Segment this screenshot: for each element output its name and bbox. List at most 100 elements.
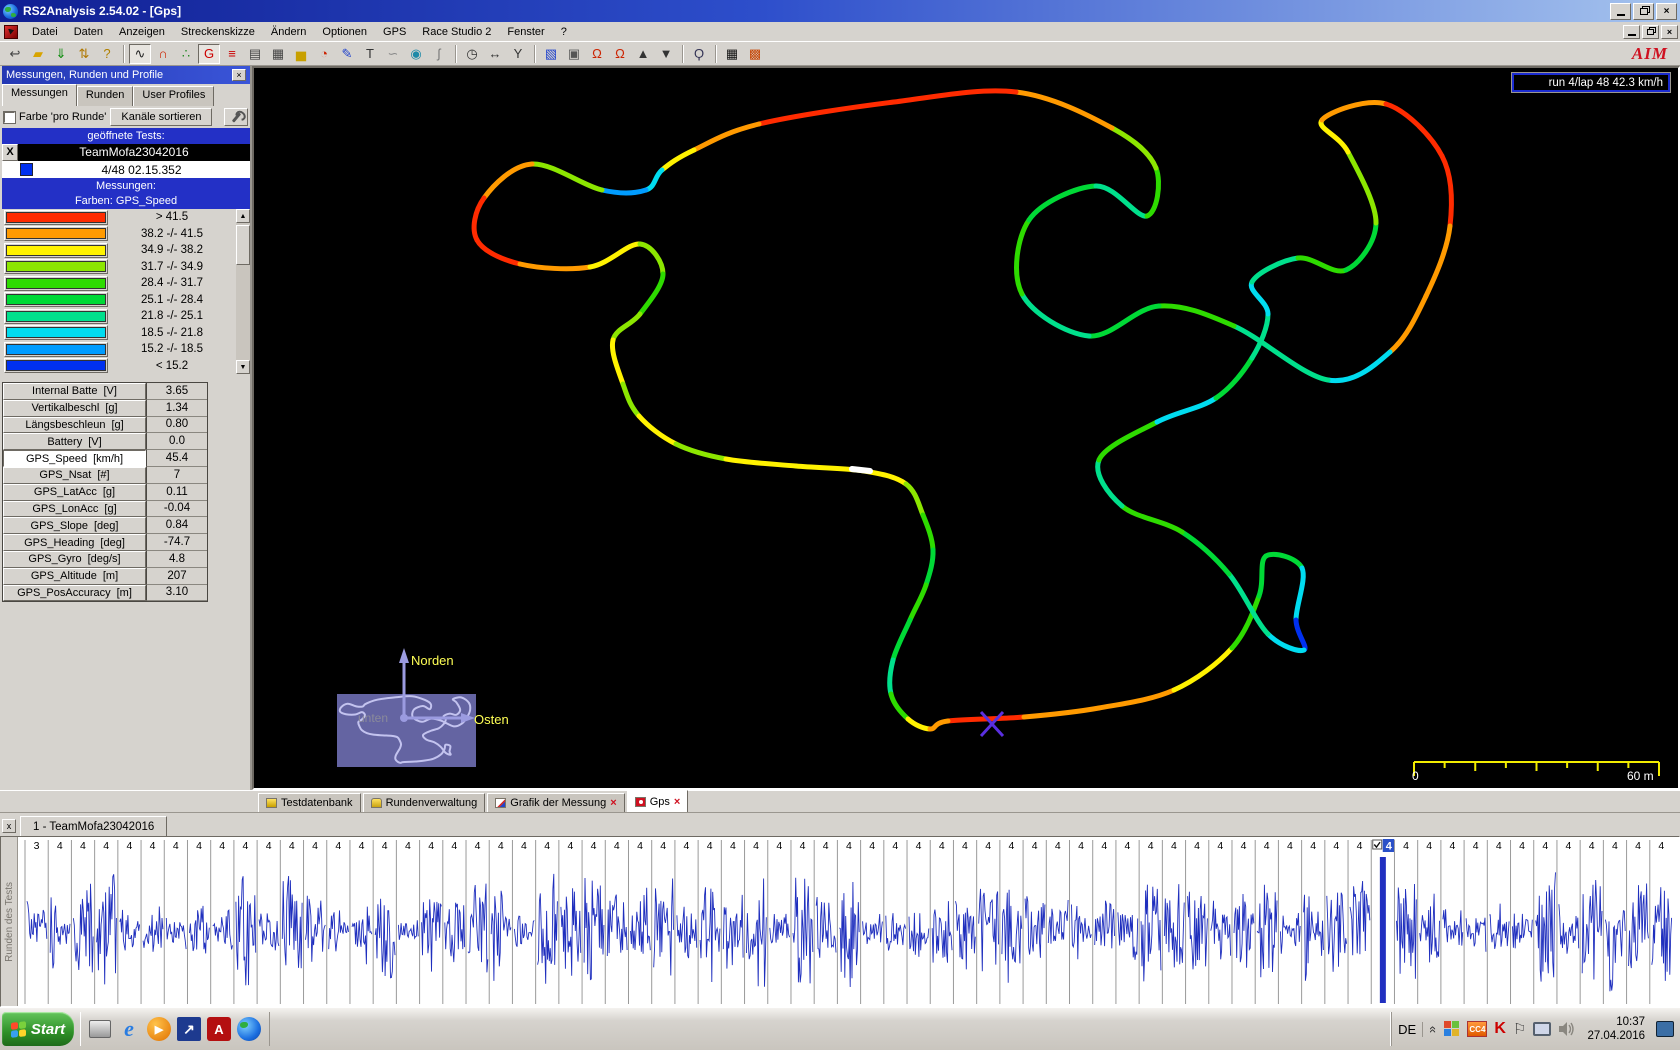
panel-tab-user-profiles[interactable]: User Profiles bbox=[133, 86, 214, 106]
lap-number[interactable]: 4 bbox=[312, 840, 318, 852]
track-tool-icon[interactable]: ʃ bbox=[428, 44, 450, 64]
legend-swatch[interactable] bbox=[4, 259, 108, 274]
menu-item-fenster[interactable]: Fenster bbox=[499, 24, 552, 40]
gps-map-view[interactable]: untenNordenOsten060 m run 4/lap 48 42.3 … bbox=[252, 66, 1680, 790]
lap-number[interactable]: 4 bbox=[1403, 840, 1409, 852]
menu-item-optionen[interactable]: Optionen bbox=[314, 24, 375, 40]
lap-number[interactable]: 4 bbox=[1386, 841, 1393, 853]
test-close-button[interactable]: X bbox=[2, 144, 18, 161]
lap-number[interactable]: 4 bbox=[405, 840, 411, 852]
scroll-thumb[interactable] bbox=[236, 225, 250, 265]
view-tab-grafik-der-messung[interactable]: Grafik der Messung× bbox=[487, 793, 624, 812]
axis-scale-icon[interactable]: Y bbox=[507, 44, 529, 64]
lap-number[interactable]: 4 bbox=[753, 840, 759, 852]
legend-swatch[interactable] bbox=[4, 325, 108, 340]
controller-icon[interactable]: ◉ bbox=[405, 44, 427, 64]
gauge-icon[interactable]: ◔ bbox=[313, 44, 335, 64]
lap-number[interactable]: 4 bbox=[1194, 840, 1200, 852]
lap-number[interactable]: 4 bbox=[823, 840, 829, 852]
lap-number[interactable]: 4 bbox=[1333, 840, 1339, 852]
channel-button[interactable]: Internal Batte[V] bbox=[3, 383, 146, 400]
lap-number[interactable]: 4 bbox=[266, 840, 272, 852]
lap-panel-tab[interactable]: 1 - TeamMofa23042016 bbox=[20, 816, 167, 836]
lap-number[interactable]: 4 bbox=[962, 840, 968, 852]
lap-number[interactable]: 4 bbox=[335, 840, 341, 852]
lap-number[interactable]: 4 bbox=[80, 840, 86, 852]
view-tab-testdatenbank[interactable]: Testdatenbank bbox=[258, 793, 361, 812]
lap-next-icon[interactable]: ▼ bbox=[655, 44, 677, 64]
gps-window-icon[interactable] bbox=[4, 25, 18, 39]
scroll-up-icon[interactable]: ▲ bbox=[236, 209, 250, 223]
grid-icon[interactable]: ▦ bbox=[721, 44, 743, 64]
close-button[interactable]: × bbox=[1656, 3, 1677, 20]
lap-number[interactable]: 4 bbox=[428, 840, 434, 852]
lap-number[interactable]: 3 bbox=[34, 840, 40, 852]
legend-swatch[interactable] bbox=[4, 276, 108, 291]
lap-number[interactable]: 4 bbox=[1078, 840, 1084, 852]
windows-update-icon[interactable] bbox=[1444, 1021, 1460, 1037]
language-indicator[interactable]: DE bbox=[1398, 1022, 1423, 1037]
lap-number[interactable]: 4 bbox=[173, 840, 179, 852]
lap-number[interactable]: 4 bbox=[939, 840, 945, 852]
table-report-icon[interactable]: ▦ bbox=[267, 44, 289, 64]
lap-number[interactable]: 4 bbox=[196, 840, 202, 852]
channel-bars-icon[interactable]: ≡ bbox=[221, 44, 243, 64]
channel-button[interactable]: GPS_LatAcc[g] bbox=[3, 484, 146, 501]
media-player-icon[interactable]: ▶ bbox=[147, 1017, 171, 1041]
menu-item--[interactable]: ? bbox=[553, 24, 575, 40]
lap-number[interactable]: 4 bbox=[1635, 840, 1641, 852]
panel-close-icon[interactable]: × bbox=[232, 69, 246, 81]
pencil-icon[interactable]: ✎ bbox=[336, 44, 358, 64]
channel-button[interactable]: Vertikalbeschl[g] bbox=[3, 400, 146, 417]
lap-number[interactable]: 4 bbox=[1171, 840, 1177, 852]
settings-wrench-icon[interactable] bbox=[224, 108, 248, 126]
lap-prev-icon[interactable]: ▲ bbox=[632, 44, 654, 64]
lap-number[interactable]: 4 bbox=[498, 840, 504, 852]
lap-number[interactable]: 4 bbox=[1449, 840, 1455, 852]
legend-swatch[interactable] bbox=[4, 309, 108, 324]
lap-number[interactable]: 4 bbox=[591, 840, 597, 852]
channel-button[interactable]: GPS_PosAccuracy[m] bbox=[3, 585, 146, 602]
lap-number[interactable]: 4 bbox=[243, 840, 249, 852]
lap-number[interactable]: 4 bbox=[1658, 840, 1664, 852]
lap-number[interactable]: 4 bbox=[985, 840, 991, 852]
lap-number[interactable]: 4 bbox=[1542, 840, 1548, 852]
magnet-remove-icon[interactable]: Ω bbox=[609, 44, 631, 64]
help-hf-icon[interactable]: ? bbox=[96, 44, 118, 64]
tray-clock[interactable]: 10:37 27.04.2016 bbox=[1583, 1015, 1649, 1044]
mdi-minimize-button[interactable] bbox=[1623, 25, 1640, 39]
panel-tab-messungen[interactable]: Messungen bbox=[2, 84, 77, 106]
lap-number[interactable]: 4 bbox=[730, 840, 736, 852]
lap-number[interactable]: 4 bbox=[1426, 840, 1432, 852]
legend-scrollbar[interactable]: ▲ ▼ bbox=[236, 209, 250, 374]
lap-number[interactable]: 4 bbox=[103, 840, 109, 852]
lap-number[interactable]: 4 bbox=[126, 840, 132, 852]
cube-3d-icon[interactable]: ▧ bbox=[540, 44, 562, 64]
graph-view-icon[interactable]: ∿ bbox=[129, 44, 151, 64]
network-icon[interactable] bbox=[1533, 1022, 1551, 1036]
scatter-view-icon[interactable]: ∴ bbox=[175, 44, 197, 64]
menu-item-gps[interactable]: GPS bbox=[375, 24, 414, 40]
channel-button[interactable]: GPS_Slope[deg] bbox=[3, 517, 146, 534]
lap-number[interactable]: 4 bbox=[1241, 840, 1247, 852]
flag-icon[interactable]: ⚐ bbox=[1513, 1020, 1526, 1038]
acrobat-icon[interactable]: A bbox=[207, 1017, 231, 1041]
lap-number[interactable]: 4 bbox=[892, 840, 898, 852]
lap-number[interactable]: 4 bbox=[1496, 840, 1502, 852]
channel-button[interactable]: Längsbeschleun[g] bbox=[3, 417, 146, 434]
lap-number[interactable]: 4 bbox=[544, 840, 550, 852]
channel-button[interactable]: GPS_LonAcc[g] bbox=[3, 501, 146, 518]
lap-number[interactable]: 4 bbox=[1217, 840, 1223, 852]
minimize-button[interactable] bbox=[1610, 3, 1631, 20]
lap-number[interactable]: 4 bbox=[684, 840, 690, 852]
lap-number[interactable]: 4 bbox=[800, 840, 806, 852]
lap-number[interactable]: 4 bbox=[382, 840, 388, 852]
panel-tab-runden[interactable]: Runden bbox=[77, 86, 134, 106]
tab-close-icon[interactable]: × bbox=[674, 796, 680, 808]
lap-number[interactable]: 4 bbox=[475, 840, 481, 852]
channel-button[interactable]: GPS_Gyro[deg/s] bbox=[3, 551, 146, 568]
lap-number[interactable]: 4 bbox=[219, 840, 225, 852]
color-per-lap-checkbox[interactable] bbox=[4, 112, 15, 123]
lap-number[interactable]: 4 bbox=[57, 840, 63, 852]
lap-number[interactable]: 4 bbox=[637, 840, 643, 852]
